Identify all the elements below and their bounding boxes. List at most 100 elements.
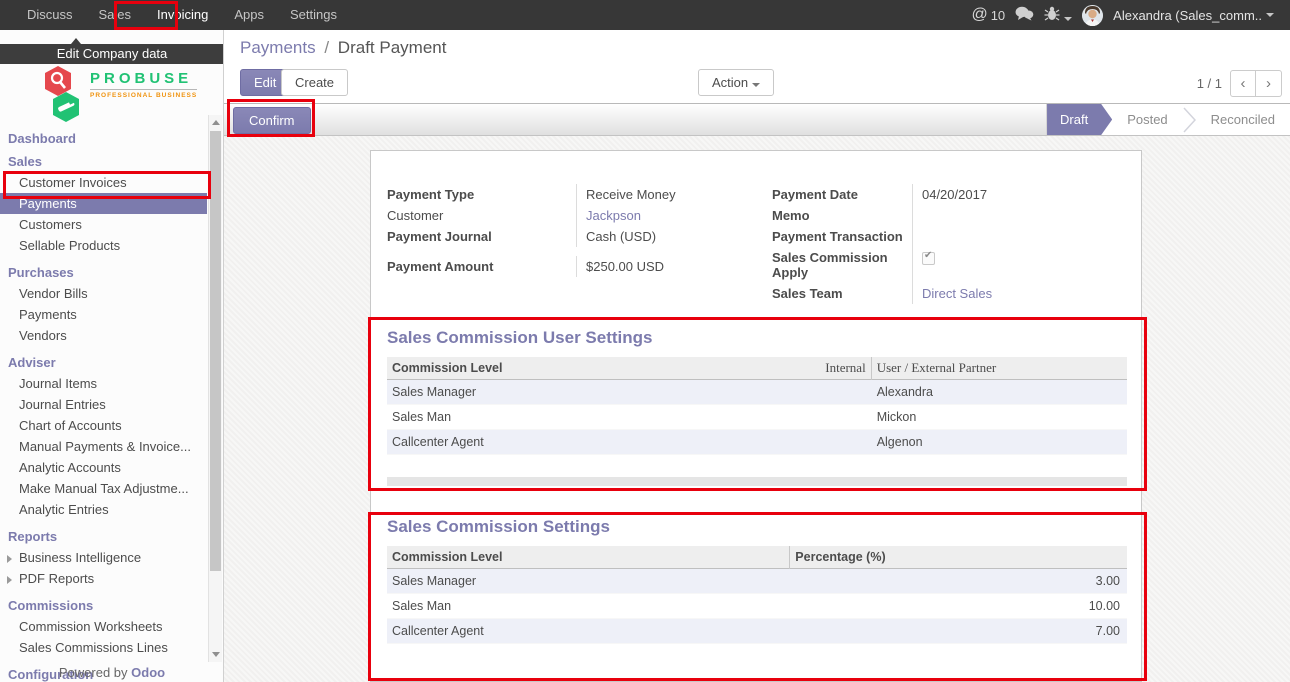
commission-settings-table: Commission Level Percentage (%) Sales Ma… xyxy=(387,546,1127,644)
sidebar-item-payments[interactable]: Payments xyxy=(0,193,207,214)
table-row[interactable]: Callcenter Agent 7.00 xyxy=(387,619,1127,644)
payment-date-field: Payment Date 04/20/2017 xyxy=(772,184,1125,205)
customer-value-link[interactable]: Jackpson xyxy=(576,205,756,226)
nav-item-settings[interactable]: Settings xyxy=(277,0,350,30)
top-navbar: Discuss Sales Invoicing Apps Settings @ … xyxy=(0,0,1290,30)
status-step-reconciled[interactable]: Reconciled xyxy=(1196,104,1290,135)
payment-type-label: Payment Type xyxy=(387,184,576,205)
table-row[interactable]: Sales Man Mickon xyxy=(387,405,1127,430)
sidebar-heading-reports[interactable]: Reports xyxy=(0,524,207,547)
breadcrumb-separator: / xyxy=(324,38,329,57)
user-menu[interactable]: Alexandra (Sales_comm.. xyxy=(1113,8,1274,23)
col-commission-level: Commission Level xyxy=(387,546,790,569)
sidebar-item-journal-items[interactable]: Journal Items xyxy=(0,373,207,394)
sidebar-item-commission-worksheets[interactable]: Commission Worksheets xyxy=(0,616,207,637)
sidebar-heading-adviser[interactable]: Adviser xyxy=(0,350,207,373)
sidebar-item-customers[interactable]: Customers xyxy=(0,214,207,235)
customer-field: Customer Jackpson xyxy=(387,205,756,226)
cell-user: Algenon xyxy=(872,435,1127,449)
nav-item-apps[interactable]: Apps xyxy=(221,0,277,30)
sidebar-heading-commissions[interactable]: Commissions xyxy=(0,593,207,616)
sidebar-item-sales-commissions-lines[interactable]: Sales Commissions Lines xyxy=(0,637,207,658)
sidebar-item-customer-invoices[interactable]: Customer Invoices xyxy=(0,172,207,193)
sales-team-value-link[interactable]: Direct Sales xyxy=(912,283,1125,304)
chevron-down-icon xyxy=(1064,17,1072,21)
sidebar-item-sellable-products[interactable]: Sellable Products xyxy=(0,235,207,256)
sidebar-scrollbar[interactable] xyxy=(208,115,222,662)
commission-settings-title: Sales Commission Settings xyxy=(387,517,1125,537)
payment-amount-label: Payment Amount xyxy=(387,256,576,277)
at-icon: @ xyxy=(971,6,987,24)
nav-item-sales[interactable]: Sales xyxy=(86,0,145,30)
odoo-invoicing-app: Discuss Sales Invoicing Apps Settings @ … xyxy=(0,0,1290,682)
status-step-draft[interactable]: Draft xyxy=(1047,104,1112,135)
payment-transaction-label: Payment Transaction xyxy=(772,226,912,247)
next-record-button[interactable]: › xyxy=(1256,70,1282,97)
record-pager: 1 / 1 ‹ › xyxy=(1197,70,1282,97)
sidebar-item-pdf-reports[interactable]: PDF Reports xyxy=(0,568,207,589)
nav-item-invoicing[interactable]: Invoicing xyxy=(144,0,221,30)
payment-journal-value: Cash (USD) xyxy=(576,226,756,247)
commission-user-settings-table: Commission Level Internal User / Externa… xyxy=(387,357,1127,455)
cell-user: Alexandra xyxy=(872,385,1127,399)
debug-bug-icon[interactable] xyxy=(1044,6,1072,24)
action-dropdown-button[interactable]: Action xyxy=(698,69,774,96)
payment-amount-field: Payment Amount $250.00 USD xyxy=(387,256,756,277)
payment-type-field: Payment Type Receive Money xyxy=(387,184,756,205)
sidebar-item-analytic-entries[interactable]: Analytic Entries xyxy=(0,499,207,520)
confirm-button[interactable]: Confirm xyxy=(233,107,311,134)
table-row[interactable]: Callcenter Agent Algenon xyxy=(387,430,1127,455)
chevron-down-icon xyxy=(752,83,760,87)
cell-user: Mickon xyxy=(872,410,1127,424)
cell-level: Sales Manager xyxy=(387,385,872,399)
table-row[interactable]: Sales Manager 3.00 xyxy=(387,569,1127,594)
table-row[interactable]: Sales Man 10.00 xyxy=(387,594,1127,619)
sidebar-item-vendor-payments[interactable]: Payments xyxy=(0,304,207,325)
cell-level: Callcenter Agent xyxy=(387,435,872,449)
sidebar-item-label: PDF Reports xyxy=(19,571,94,586)
sidebar-item-business-intelligence[interactable]: Business Intelligence xyxy=(0,547,207,568)
col-user-external-partner: User / External Partner xyxy=(872,360,1127,376)
cell-level: Sales Man xyxy=(387,599,790,613)
status-pipeline: Draft Posted Reconciled xyxy=(1046,104,1290,135)
status-step-posted[interactable]: Posted xyxy=(1112,104,1182,135)
memo-field: Memo xyxy=(772,205,1125,226)
sidebar-item-analytic-accounts[interactable]: Analytic Accounts xyxy=(0,457,207,478)
previous-record-button[interactable]: ‹ xyxy=(1230,70,1256,97)
sidebar-heading-sales[interactable]: Sales xyxy=(0,149,207,172)
sidebar-item-chart-of-accounts[interactable]: Chart of Accounts xyxy=(0,415,207,436)
main-menu: Discuss Sales Invoicing Apps Settings xyxy=(0,0,350,30)
commission-user-settings-title: Sales Commission User Settings xyxy=(387,328,1125,348)
sidebar-heading-dashboard[interactable]: Dashboard xyxy=(0,126,207,149)
messages-icon[interactable] xyxy=(1015,6,1034,24)
breadcrumb-payments-link[interactable]: Payments xyxy=(240,38,316,57)
sales-commission-apply-field: Sales Commission Apply ✔ xyxy=(772,247,1125,283)
nav-item-discuss[interactable]: Discuss xyxy=(14,0,86,30)
scroll-up-icon[interactable] xyxy=(212,120,220,125)
sidebar-item-manual-tax-adjustment[interactable]: Make Manual Tax Adjustme... xyxy=(0,478,207,499)
sidebar-item-vendor-bills[interactable]: Vendor Bills xyxy=(0,283,207,304)
powered-by-odoo: Powered by Odoo xyxy=(0,665,224,680)
payment-fields: Payment Type Receive Money Customer Jack… xyxy=(387,184,1125,304)
sidebar-item-manual-payments-invoices[interactable]: Manual Payments & Invoice... xyxy=(0,436,207,457)
sales-team-label: Sales Team xyxy=(772,283,912,304)
control-panel-buttons: Edit Create Action 1 / 1 ‹ › xyxy=(224,64,1290,103)
user-avatar[interactable] xyxy=(1082,5,1103,26)
sidebar-heading-purchases[interactable]: Purchases xyxy=(0,260,207,283)
sidebar-item-journal-entries[interactable]: Journal Entries xyxy=(0,394,207,415)
sidebar-item-vendors[interactable]: Vendors xyxy=(0,325,207,346)
odoo-brand-link[interactable]: Odoo xyxy=(131,665,165,680)
payment-date-label: Payment Date xyxy=(772,184,912,205)
scroll-down-icon[interactable] xyxy=(212,652,220,657)
cell-level: Sales Manager xyxy=(387,574,790,588)
breadcrumb: Payments / Draft Payment xyxy=(240,38,446,58)
mentions-counter[interactable]: @ 10 xyxy=(971,6,1005,24)
powered-by-label: Powered by xyxy=(59,665,128,680)
table-row[interactable]: Sales Manager Alexandra xyxy=(387,380,1127,405)
scrollbar-thumb[interactable] xyxy=(210,131,221,571)
probuse-logo-icon xyxy=(38,64,86,126)
table-header: Commission Level Percentage (%) xyxy=(387,546,1127,569)
create-button[interactable]: Create xyxy=(281,69,348,96)
payment-date-value: 04/20/2017 xyxy=(912,184,1125,205)
payment-journal-label: Payment Journal xyxy=(387,226,576,247)
